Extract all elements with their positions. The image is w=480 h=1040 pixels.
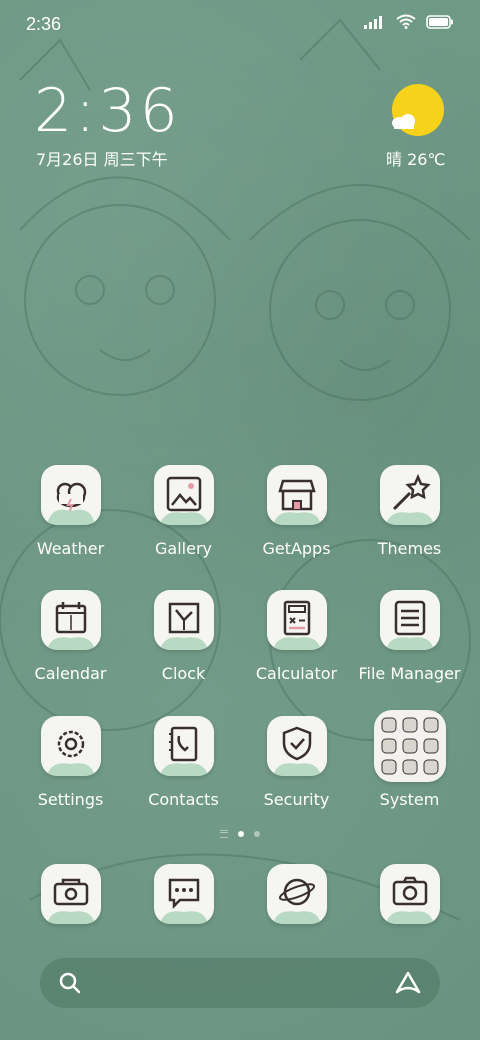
app-label: Themes xyxy=(377,539,442,558)
page-indicator-menu-icon[interactable] xyxy=(220,830,228,838)
app-contacts[interactable]: Contacts xyxy=(127,716,240,809)
app-file-manager[interactable]: File Manager xyxy=(353,590,466,683)
system-folder-icon[interactable] xyxy=(373,710,446,782)
page-dot-current[interactable] xyxy=(238,831,244,837)
getapps-icon[interactable] xyxy=(266,465,327,525)
app-clock[interactable]: Clock xyxy=(127,590,240,683)
app-settings[interactable]: Settings xyxy=(14,716,127,809)
app-calculator[interactable]: Calculator xyxy=(240,590,353,683)
app-weather[interactable]: Weather xyxy=(14,465,127,558)
app-label: System xyxy=(379,790,440,809)
app-label: File Manager xyxy=(358,664,461,683)
settings-icon[interactable] xyxy=(40,716,101,776)
app-label: Weather xyxy=(36,539,105,558)
status-icons xyxy=(364,14,454,29)
weather-widget-text[interactable]: 晴 26℃ xyxy=(386,146,445,170)
app-themes[interactable]: Themes xyxy=(353,465,466,558)
app-label: Clock xyxy=(161,664,206,683)
cloud-icon xyxy=(392,114,415,129)
app-label: Calculator xyxy=(255,664,338,683)
file-manager-icon[interactable] xyxy=(379,590,440,650)
app-label: Settings xyxy=(37,790,104,809)
app-gallery[interactable]: Gallery xyxy=(127,465,240,558)
browser-icon[interactable] xyxy=(266,864,327,924)
battery-icon xyxy=(426,14,453,29)
security-icon[interactable] xyxy=(266,716,327,776)
app-getapps[interactable]: GetApps xyxy=(240,465,353,558)
app-label: Contacts xyxy=(148,790,219,809)
calendar-icon[interactable] xyxy=(40,590,101,650)
themes-icon[interactable] xyxy=(379,465,440,525)
messages-icon[interactable] xyxy=(153,864,214,924)
app-label: Security xyxy=(263,790,330,809)
phone-icon[interactable] xyxy=(40,864,101,924)
contacts-icon[interactable] xyxy=(153,716,214,776)
clock-icon[interactable] xyxy=(153,590,214,650)
gallery-icon[interactable] xyxy=(153,465,214,525)
page-dot[interactable] xyxy=(254,831,260,837)
search-icon[interactable] xyxy=(58,971,82,995)
clock-widget-date[interactable]: 7月26日 周三下午 xyxy=(36,146,168,170)
clock-widget-time[interactable]: 2:36 xyxy=(34,76,181,146)
camera-icon[interactable] xyxy=(379,864,440,924)
status-time: 2:36 xyxy=(26,14,62,34)
weather-icon[interactable] xyxy=(40,465,101,525)
app-system-folder[interactable]: System xyxy=(353,710,466,809)
app-label: Gallery xyxy=(155,539,212,558)
dock-phone[interactable] xyxy=(14,864,127,924)
home-search-bar[interactable] xyxy=(40,958,440,1008)
signal-icon xyxy=(364,15,382,29)
dock-messages[interactable] xyxy=(127,864,240,924)
page-indicator[interactable] xyxy=(0,830,480,838)
app-calendar[interactable]: Calendar xyxy=(14,590,127,683)
status-bar: 2:36 xyxy=(0,0,480,50)
wifi-icon xyxy=(396,14,416,29)
app-label: Calendar xyxy=(34,664,107,683)
dock-camera[interactable] xyxy=(353,864,466,924)
dock-browser[interactable] xyxy=(240,864,353,924)
calculator-icon[interactable] xyxy=(266,590,327,650)
app-security[interactable]: Security xyxy=(240,716,353,809)
app-label: GetApps xyxy=(262,539,331,558)
app-vault-icon[interactable] xyxy=(394,970,422,996)
